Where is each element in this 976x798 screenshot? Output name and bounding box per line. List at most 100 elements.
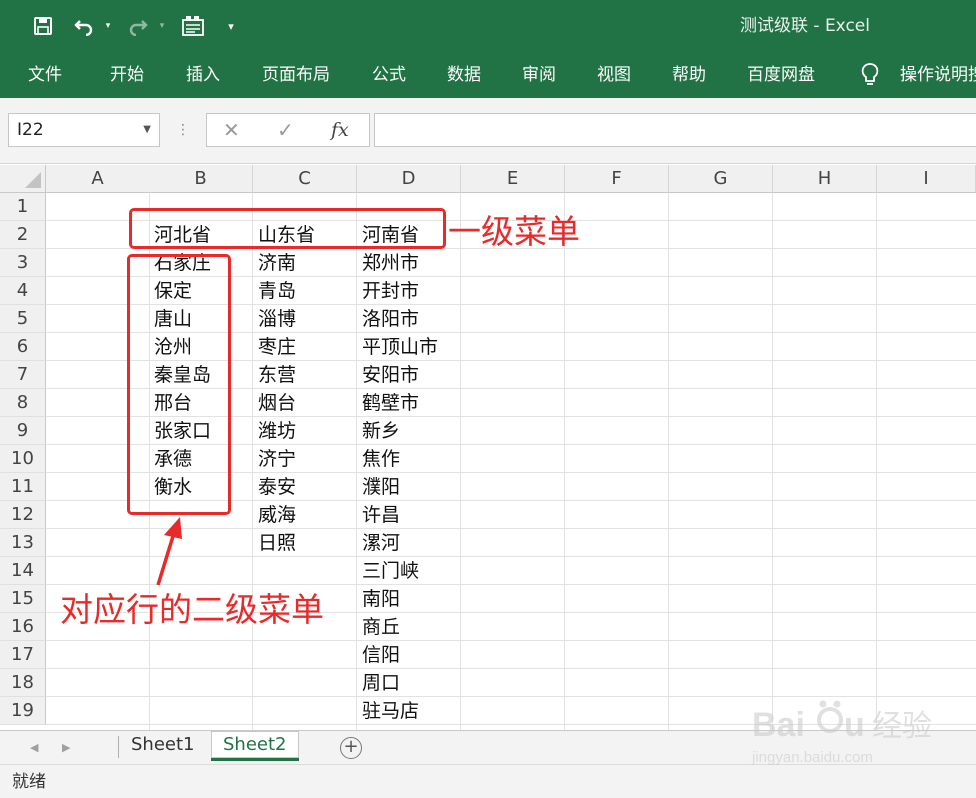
cell-d19[interactable]: 驻马店: [357, 697, 419, 725]
column-header-d[interactable]: D: [357, 165, 461, 193]
row-gridline: [46, 668, 976, 669]
row-header-10[interactable]: 10: [0, 445, 46, 473]
sheet-tab-sheet1[interactable]: Sheet1: [119, 731, 207, 761]
cell-d13[interactable]: 漯河: [357, 529, 400, 557]
cell-d14[interactable]: 三门峡: [357, 557, 419, 585]
cell-c10[interactable]: 济宁: [253, 445, 296, 473]
tab-home[interactable]: 开始: [110, 52, 144, 98]
customize-icon[interactable]: ▾: [216, 10, 246, 42]
row-header-8[interactable]: 8: [0, 389, 46, 417]
enter-icon[interactable]: ✓: [277, 114, 294, 146]
quick-access-toolbar: ▾ ▾ ▾: [28, 10, 246, 42]
formula-tools: ✕ ✓ fx: [206, 113, 370, 147]
tab-review[interactable]: 审阅: [522, 52, 556, 98]
cell-c12[interactable]: 威海: [253, 501, 296, 529]
row-header-14[interactable]: 14: [0, 557, 46, 585]
tab-insert[interactable]: 插入: [186, 52, 220, 98]
redo-icon[interactable]: [120, 10, 156, 42]
lightbulb-icon[interactable]: [860, 52, 880, 98]
column-header-f[interactable]: F: [565, 165, 669, 193]
redo-dropdown-icon[interactable]: ▾: [156, 10, 168, 42]
svg-text:jingyan.baidu.com: jingyan.baidu.com: [751, 749, 873, 766]
cell-c5[interactable]: 淄博: [253, 305, 296, 333]
cell-d6[interactable]: 平顶山市: [357, 333, 438, 361]
row-header-5[interactable]: 5: [0, 305, 46, 333]
save-icon[interactable]: [28, 10, 58, 42]
cell-c7[interactable]: 东营: [253, 361, 296, 389]
row-header-1[interactable]: 1: [0, 193, 46, 221]
annotation-arrow-icon: [156, 517, 182, 586]
cell-d7[interactable]: 安阳市: [357, 361, 419, 389]
cell-c13[interactable]: 日照: [253, 529, 296, 557]
sheet-prev-icon[interactable]: ◀: [30, 731, 38, 765]
cell-c11[interactable]: 泰安: [253, 473, 296, 501]
tab-view[interactable]: 视图: [597, 52, 631, 98]
level1-annotation: 一级菜单: [448, 212, 580, 251]
column-gridline: [460, 193, 461, 730]
column-header-g[interactable]: G: [669, 165, 773, 193]
add-sheet-button[interactable]: +: [340, 737, 362, 759]
column-header-a[interactable]: A: [46, 165, 150, 193]
row-header-13[interactable]: 13: [0, 529, 46, 557]
formula-input[interactable]: [374, 113, 976, 147]
row-header-17[interactable]: 17: [0, 641, 46, 669]
formula-bar-handle-icon[interactable]: ⋮: [176, 116, 190, 144]
cell-c3[interactable]: 济南: [253, 249, 296, 277]
row-header-11[interactable]: 11: [0, 473, 46, 501]
select-all-button[interactable]: [0, 165, 46, 193]
insert-function-button[interactable]: fx: [331, 114, 349, 146]
cell-c4[interactable]: 青岛: [253, 277, 296, 305]
row-header-2[interactable]: 2: [0, 221, 46, 249]
column-header-c[interactable]: C: [253, 165, 357, 193]
undo-dropdown-icon[interactable]: ▾: [102, 10, 114, 42]
tab-formulas[interactable]: 公式: [372, 52, 406, 98]
ribbon-tabs: 文件 开始 插入 页面布局 公式 数据 审阅 视图 帮助 百度网盘 操作说明搜索: [0, 52, 976, 98]
cell-d5[interactable]: 洛阳市: [357, 305, 419, 333]
undo-icon[interactable]: [66, 10, 102, 42]
column-header-b[interactable]: B: [149, 165, 253, 193]
cell-c8[interactable]: 烟台: [253, 389, 296, 417]
cell-d18[interactable]: 周口: [357, 669, 400, 697]
tab-data[interactable]: 数据: [447, 52, 481, 98]
cell-d11[interactable]: 濮阳: [357, 473, 400, 501]
column-header-e[interactable]: E: [461, 165, 565, 193]
title-bar: ▾ ▾ ▾ 测试级联 - Excel: [0, 0, 976, 52]
cell-d10[interactable]: 焦作: [357, 445, 400, 473]
cell-d3[interactable]: 郑州市: [357, 249, 419, 277]
tab-help[interactable]: 帮助: [672, 52, 706, 98]
cell-d9[interactable]: 新乡: [357, 417, 400, 445]
cell-d8[interactable]: 鹤壁市: [357, 389, 419, 417]
tab-file[interactable]: 文件: [28, 52, 62, 98]
worksheet-grid: ABCDEFGHI 1 2 3 4 5 6 7 8 9 10 11 12 13 14 15 16 17 18 19 …: [0, 165, 976, 730]
level2-annotation: 对应行的二级菜单: [60, 590, 324, 629]
tab-page-layout[interactable]: 页面布局: [262, 52, 330, 98]
cell-d15[interactable]: 南阳: [357, 585, 400, 613]
tell-me-search[interactable]: 操作说明搜索: [900, 52, 976, 98]
cell-c6[interactable]: 枣庄: [253, 333, 296, 361]
row-header-4[interactable]: 4: [0, 277, 46, 305]
name-box[interactable]: I22 ▼: [8, 113, 160, 147]
cell-d16[interactable]: 商丘: [357, 613, 400, 641]
cancel-icon[interactable]: ✕: [223, 114, 240, 146]
row-header-9[interactable]: 9: [0, 417, 46, 445]
row-header-12[interactable]: 12: [0, 501, 46, 529]
column-header-h[interactable]: H: [773, 165, 877, 193]
row-header-6[interactable]: 6: [0, 333, 46, 361]
row-header-3[interactable]: 3: [0, 249, 46, 277]
row-header-7[interactable]: 7: [0, 361, 46, 389]
tab-baidu-netdisk[interactable]: 百度网盘: [747, 52, 815, 98]
form-icon[interactable]: [176, 10, 210, 42]
row-header-19[interactable]: 19: [0, 697, 46, 725]
cell-d12[interactable]: 许昌: [357, 501, 400, 529]
name-box-dropdown-icon[interactable]: ▼: [143, 114, 151, 146]
row-header-15[interactable]: 15: [0, 585, 46, 613]
column-header-i[interactable]: I: [877, 165, 976, 193]
column-gridline: [772, 193, 773, 730]
row-header-18[interactable]: 18: [0, 669, 46, 697]
cell-d17[interactable]: 信阳: [357, 641, 400, 669]
row-header-16[interactable]: 16: [0, 613, 46, 641]
cell-d4[interactable]: 开封市: [357, 277, 419, 305]
cell-c9[interactable]: 潍坊: [253, 417, 296, 445]
sheet-tab-sheet2[interactable]: Sheet2: [211, 731, 299, 761]
sheet-next-icon[interactable]: ▶: [62, 731, 70, 765]
